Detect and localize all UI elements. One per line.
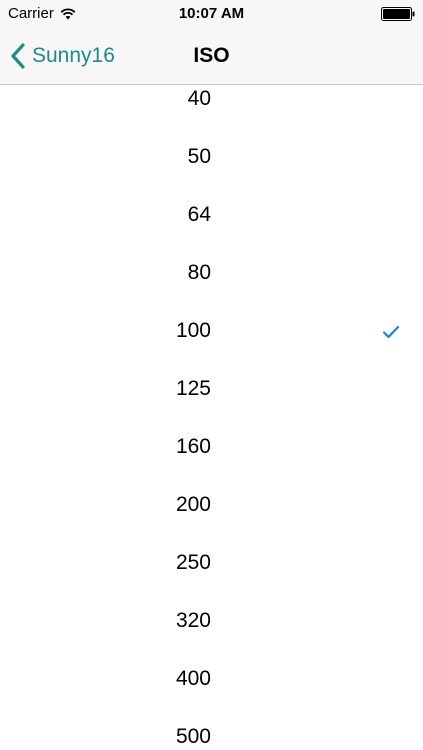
iso-value: 125 xyxy=(175,377,211,400)
iso-row-80[interactable]: 80 xyxy=(0,245,423,303)
status-time: 10:07 AM xyxy=(178,5,245,22)
iso-row-200[interactable]: 200 xyxy=(0,477,423,535)
iso-row-40[interactable]: 40 xyxy=(0,71,423,129)
checkmark-icon xyxy=(382,325,400,339)
iso-settings-screen: Carrier 10:07 AM Sunny16 ISO 40 50 64 80… xyxy=(0,0,423,750)
iso-row-160[interactable]: 160 xyxy=(0,419,423,477)
iso-value: 40 xyxy=(187,87,211,110)
iso-row-320[interactable]: 320 xyxy=(0,593,423,651)
iso-value: 80 xyxy=(187,261,211,284)
iso-value: 100 xyxy=(175,319,211,342)
iso-row-250[interactable]: 250 xyxy=(0,535,423,593)
iso-row-500[interactable]: 500 xyxy=(0,709,423,750)
iso-value: 320 xyxy=(175,609,211,632)
iso-value: 200 xyxy=(175,493,211,516)
iso-value: 50 xyxy=(187,145,211,168)
iso-value: 400 xyxy=(175,667,211,690)
iso-value: 160 xyxy=(175,435,211,458)
iso-row-125[interactable]: 125 xyxy=(0,361,423,419)
iso-value: 250 xyxy=(175,551,211,574)
iso-list: 40 50 64 80 100 125 160 200 250 320 400 … xyxy=(0,71,423,750)
battery-full-icon xyxy=(381,7,415,21)
iso-value: 500 xyxy=(175,725,211,748)
iso-row-100[interactable]: 100 xyxy=(0,303,423,361)
iso-value: 64 xyxy=(187,203,211,226)
iso-row-64[interactable]: 64 xyxy=(0,187,423,245)
iso-row-50[interactable]: 50 xyxy=(0,129,423,187)
page-title: ISO xyxy=(193,44,230,67)
iso-row-400[interactable]: 400 xyxy=(0,651,423,709)
status-bar: Carrier 10:07 AM xyxy=(0,0,423,28)
